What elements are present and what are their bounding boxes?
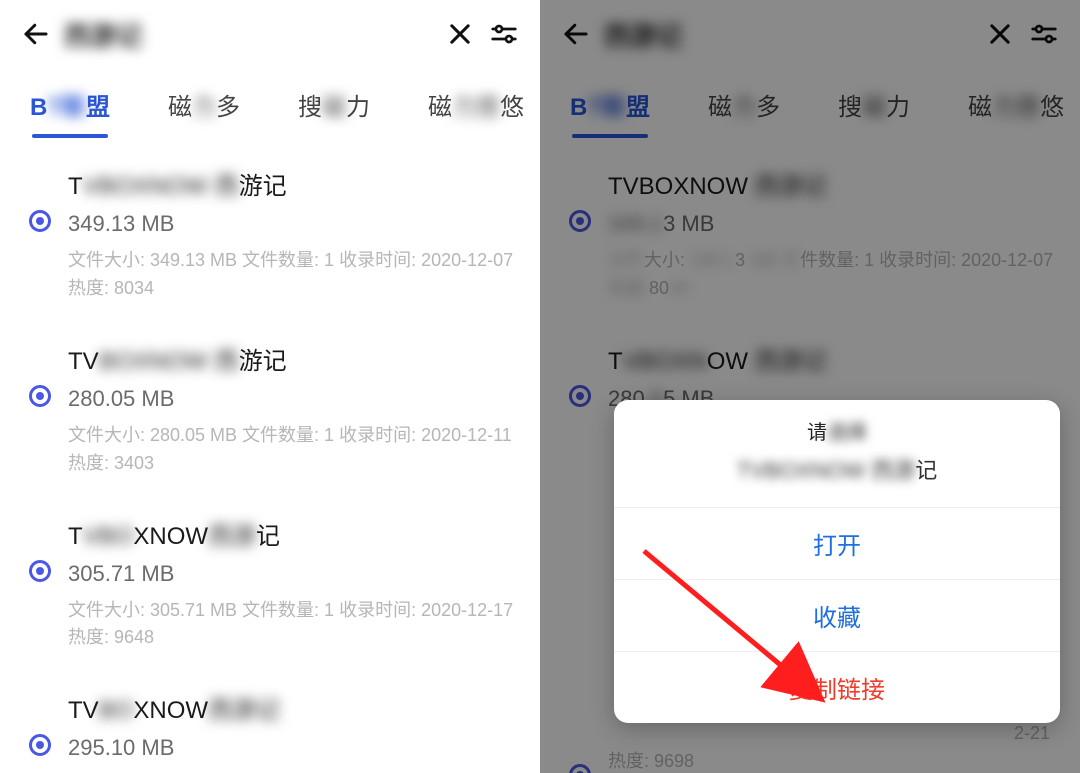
result-title: TVBOXNOW 西游记 bbox=[68, 690, 516, 725]
sheet-option-copy-link[interactable]: 复制链接 bbox=[614, 651, 1060, 723]
filter-icon[interactable] bbox=[482, 12, 526, 56]
sheet-option-open[interactable]: 打开 bbox=[614, 507, 1060, 579]
topbar: 西游记 bbox=[0, 0, 540, 68]
result-item[interactable]: TVBOXNOW 西游记 280.05 MB 文件大小: 280.05 MB 文… bbox=[0, 325, 540, 500]
result-item[interactable]: TVBOXNOW 西游记 305.71 MB 文件大小: 305.71 MB 文… bbox=[0, 500, 540, 675]
sheet-option-favorite[interactable]: 收藏 bbox=[614, 579, 1060, 651]
result-size: 349.13 MB bbox=[68, 211, 516, 237]
back-button[interactable] bbox=[14, 12, 58, 56]
result-title: TVBOXNOW 西游记 bbox=[68, 166, 516, 201]
result-icon bbox=[12, 690, 68, 773]
tab-0[interactable]: BT联盟 bbox=[30, 77, 110, 132]
sheet-subtitle: TVBOXNOW 西游记 bbox=[614, 453, 1060, 507]
result-title: TVBOXNOW 西游记 bbox=[68, 516, 516, 551]
result-size: 280.05 MB bbox=[68, 386, 516, 412]
result-icon bbox=[12, 341, 68, 478]
search-input[interactable]: 西游记 bbox=[58, 16, 438, 53]
result-icon bbox=[12, 516, 68, 653]
result-meta: 文件大小: 349.13 MB 文件数量: 1 收录时间: 2020-12-07… bbox=[68, 247, 516, 303]
clear-icon[interactable] bbox=[438, 12, 482, 56]
right-panel: 西游记 BT联盟 磁力多 搜磁力 磁力悠悠 魔 TVBOXNOW 西游记 349… bbox=[540, 0, 1080, 773]
source-tabs: BT联盟 磁力多 搜磁力 磁力悠悠 魔 bbox=[0, 68, 540, 140]
result-size: 295.10 MB bbox=[68, 735, 516, 761]
result-list: TVBOXNOW 西游记 349.13 MB 文件大小: 349.13 MB 文… bbox=[0, 140, 540, 773]
result-item[interactable]: TVBOXNOW 西游记 295.10 MB 文件大小: 295.10 MB 文… bbox=[0, 674, 540, 773]
left-panel: 西游记 BT联盟 磁力多 搜磁力 磁力悠悠 魔 TVBOXNOW 西游记 349… bbox=[0, 0, 540, 773]
result-title: TVBOXNOW 西游记 bbox=[68, 341, 516, 376]
action-sheet: 请选择 TVBOXNOW 西游记 打开 收藏 复制链接 bbox=[614, 400, 1060, 723]
result-meta: 文件大小: 280.05 MB 文件数量: 1 收录时间: 2020-12-11… bbox=[68, 422, 516, 478]
result-item[interactable]: TVBOXNOW 西游记 349.13 MB 文件大小: 349.13 MB 文… bbox=[0, 150, 540, 325]
tab-1[interactable]: 磁力多 bbox=[168, 77, 240, 132]
result-meta: 文件大小: 305.71 MB 文件数量: 1 收录时间: 2020-12-17… bbox=[68, 597, 516, 653]
tab-3[interactable]: 磁力悠悠 bbox=[428, 77, 524, 132]
result-size: 305.71 MB bbox=[68, 561, 516, 587]
tab-2[interactable]: 搜磁力 bbox=[298, 77, 370, 132]
sheet-title: 请选择 bbox=[614, 400, 1060, 453]
result-icon bbox=[12, 166, 68, 303]
